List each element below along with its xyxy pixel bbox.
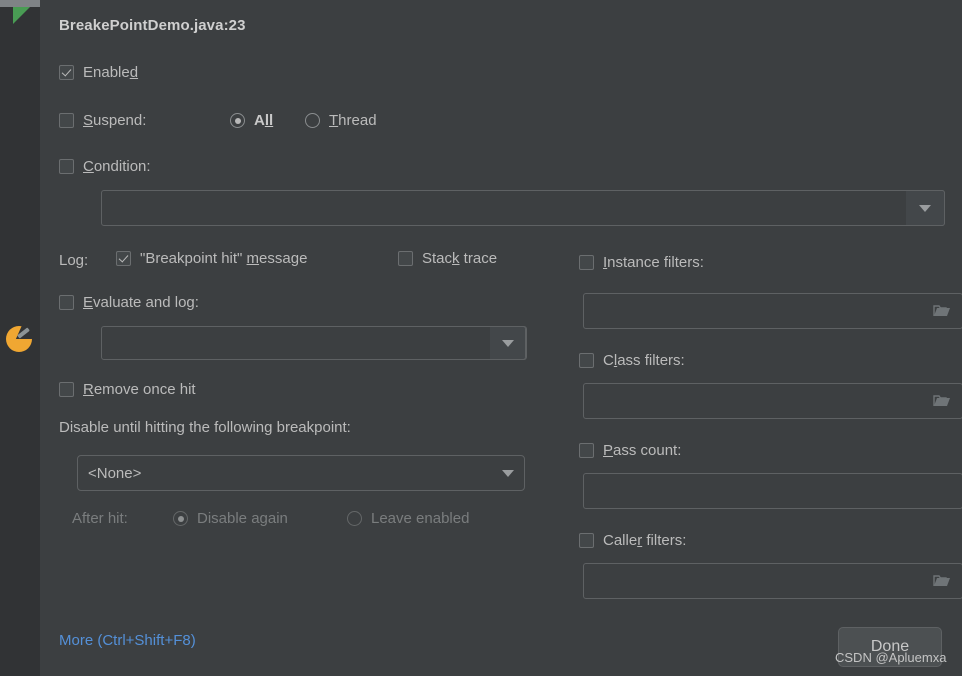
suspend-label: Suspend: <box>83 112 147 129</box>
caller-filters-input[interactable] <box>583 563 962 599</box>
remove-once-hit-row[interactable]: Remove once hit <box>59 381 196 398</box>
pass-count-input[interactable] <box>583 473 962 509</box>
more-settings-link[interactable]: More (Ctrl+Shift+F8) <box>59 632 196 649</box>
condition-dropdown-button[interactable] <box>906 190 945 226</box>
log-stack-trace-row[interactable]: Stack trace <box>398 250 497 267</box>
caller-filters-label: Caller filters: <box>603 532 687 549</box>
condition-input[interactable] <box>101 190 945 226</box>
pass-count-checkbox[interactable] <box>579 443 594 458</box>
class-filters-row[interactable]: Class filters: <box>579 352 685 369</box>
condition-label: Condition: <box>83 158 151 175</box>
class-filters-label: Class filters: <box>603 352 685 369</box>
class-filters-checkbox[interactable] <box>579 353 594 368</box>
watermark: CSDN @Apluemxa <box>835 650 947 665</box>
green-triangle-icon <box>13 7 30 24</box>
enabled-checkbox[interactable] <box>59 65 74 80</box>
suspend-checkbox[interactable] <box>59 113 74 128</box>
after-hit-leave-enabled-radio[interactable] <box>347 511 362 526</box>
log-stack-trace-checkbox[interactable] <box>398 251 413 266</box>
pass-count-row[interactable]: Pass count: <box>579 442 681 459</box>
suspend-all-radio[interactable] <box>230 113 245 128</box>
condition-row[interactable]: Condition: <box>59 158 151 175</box>
after-hit-leave-enabled-label: Leave enabled <box>371 510 470 527</box>
class-filters-input[interactable] <box>583 383 962 419</box>
evaluate-and-log-input[interactable] <box>101 326 527 360</box>
condition-checkbox[interactable] <box>59 159 74 174</box>
log-message-label: "Breakpoint hit" message <box>140 250 308 267</box>
after-hit-disable-again-radio[interactable] <box>173 511 188 526</box>
instance-filters-label: Instance filters: <box>603 254 704 271</box>
instance-filters-input[interactable] <box>583 293 962 329</box>
editor-gutter <box>0 0 66 676</box>
log-label: Log: <box>59 252 89 269</box>
suspend-thread-label: Thread <box>329 112 377 129</box>
log-stack-trace-label: Stack trace <box>422 250 498 267</box>
enabled-row[interactable]: Enabled <box>59 64 138 81</box>
caller-filters-row[interactable]: Caller filters: <box>579 532 686 549</box>
pass-count-label: Pass count: <box>603 442 682 459</box>
evaluate-and-log-label: Evaluate and log: <box>83 294 199 311</box>
suspend-thread-radio-row[interactable]: Thread <box>305 112 377 129</box>
disable-until-selected-value: <None> <box>88 464 142 482</box>
chevron-down-icon <box>919 204 931 212</box>
suspend-row[interactable]: Suspend: <box>59 112 146 129</box>
after-hit-leave-enabled-row[interactable]: Leave enabled <box>347 510 469 527</box>
caller-filters-checkbox[interactable] <box>579 533 594 548</box>
disable-until-select[interactable]: <None> <box>77 455 525 491</box>
chevron-down-icon <box>502 469 514 477</box>
remove-once-hit-label: Remove once hit <box>83 381 196 398</box>
after-hit-disable-again-row[interactable]: Disable again <box>173 510 288 527</box>
evaluate-and-log-row[interactable]: Evaluate and log: <box>59 294 199 311</box>
suspend-all-radio-row[interactable]: All <box>230 112 273 129</box>
chevron-down-icon <box>501 339 514 347</box>
enabled-label: Enabled <box>83 64 139 81</box>
folder-icon[interactable] <box>933 574 951 588</box>
log-label-row: Log: <box>59 252 88 269</box>
page-title: BreakePointDemo.java:23 <box>59 17 246 34</box>
disable-until-label: Disable until hitting the following brea… <box>59 419 351 436</box>
breakpoint-marker-icon[interactable] <box>6 325 39 352</box>
log-message-row[interactable]: "Breakpoint hit" message <box>116 250 307 267</box>
suspend-all-label: All <box>254 112 274 129</box>
after-hit-label: After hit: <box>72 510 128 527</box>
evaluate-and-log-dropdown-button[interactable] <box>490 326 526 360</box>
folder-icon[interactable] <box>933 394 951 408</box>
breakpoint-properties-panel: BreakePointDemo.java:23 Enabled Suspend:… <box>40 0 962 676</box>
breakpoint-settings-screen: BreakePointDemo.java:23 Enabled Suspend:… <box>0 0 962 676</box>
suspend-thread-radio[interactable] <box>305 113 320 128</box>
after-hit-disable-again-label: Disable again <box>197 510 288 527</box>
instance-filters-checkbox[interactable] <box>579 255 594 270</box>
evaluate-and-log-checkbox[interactable] <box>59 295 74 310</box>
disable-until-label-row: Disable until hitting the following brea… <box>59 419 351 436</box>
log-message-checkbox[interactable] <box>116 251 131 266</box>
remove-once-hit-checkbox[interactable] <box>59 382 74 397</box>
folder-icon[interactable] <box>933 304 951 318</box>
instance-filters-row[interactable]: Instance filters: <box>579 254 704 271</box>
after-hit-label-row: After hit: <box>72 510 128 527</box>
